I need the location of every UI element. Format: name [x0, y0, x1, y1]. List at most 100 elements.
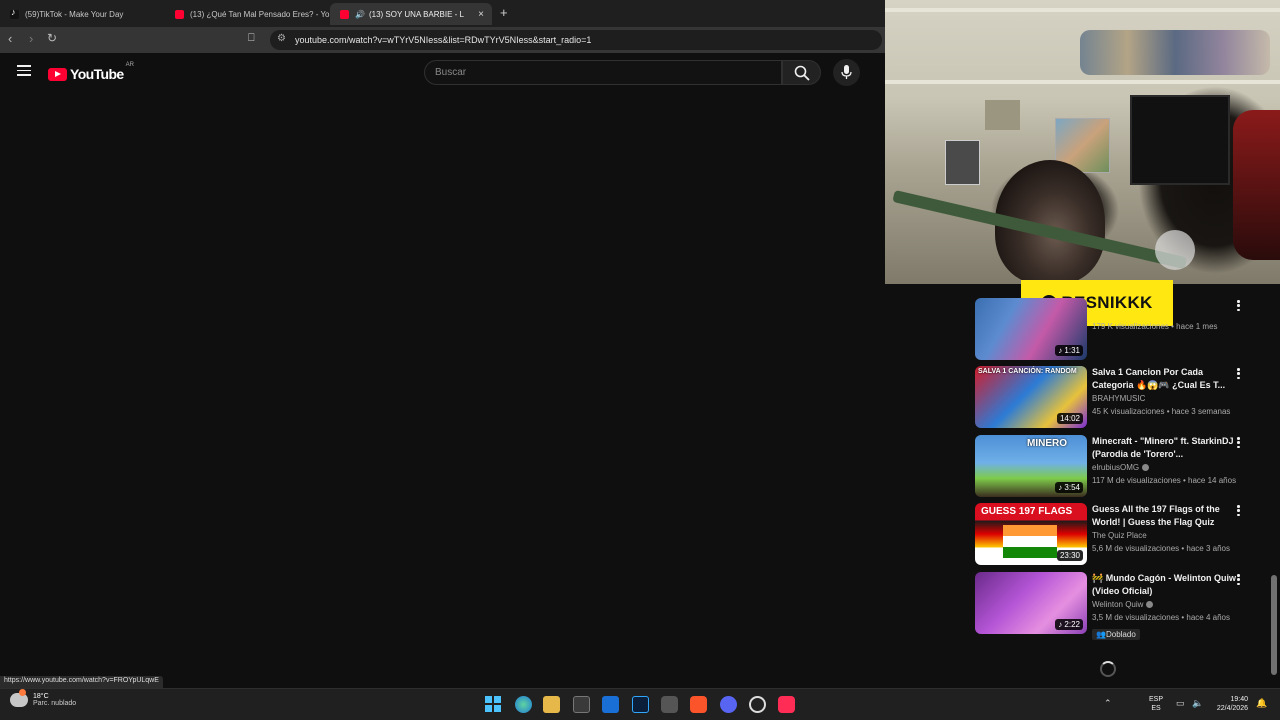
more-options-icon[interactable] — [1237, 300, 1241, 312]
search-input[interactable]: Buscar — [424, 60, 782, 85]
loading-spinner-icon — [1100, 661, 1116, 677]
menu-icon[interactable] — [17, 65, 31, 76]
obs-icon[interactable] — [749, 696, 766, 713]
video-stats: 3,5 M de visualizaciones • hace 4 años — [1092, 613, 1230, 622]
channel-name[interactable]: BRAHYMUSIC — [1092, 392, 1242, 405]
youtube-play-icon — [48, 67, 67, 81]
gaming-chair — [1233, 110, 1280, 260]
verified-icon — [1142, 464, 1150, 472]
close-tab-button[interactable]: × — [478, 9, 484, 20]
brave-icon[interactable] — [690, 696, 707, 713]
video-stats: 117 M de visualizaciones • hace 14 años — [1092, 476, 1237, 485]
clothes-on-shelf — [1080, 30, 1270, 75]
clock-date: 22/4/2026 — [1216, 705, 1248, 712]
youtube-header: YouTube AR Buscar — [0, 53, 885, 93]
video-title[interactable]: Salva 1 Cancion Por Cada Categoria 🔥😱🎮 ¿… — [1092, 366, 1242, 392]
file-explorer-icon[interactable] — [543, 696, 560, 713]
bookmark-icon[interactable]: ⎕ — [248, 32, 255, 45]
more-options-icon[interactable] — [1237, 505, 1241, 517]
tab-title: (13) ¿Qué Tan Mal Pensado Eres? - Yo — [190, 9, 330, 19]
video-meta: Minecraft - "Minero" ft. StarkinDJ (Paro… — [1092, 435, 1242, 487]
video-meta: Salva 1 Cancion Por Cada Categoria 🔥😱🎮 ¿… — [1092, 366, 1242, 418]
video-stats: 179 K visualizaciones • hace 1 mes — [1092, 322, 1218, 331]
duration-badge: 14:02 — [1056, 413, 1083, 424]
video-stats: 45 K visualizaciones • hace 3 semanas — [1092, 407, 1231, 416]
webcam-overlay — [885, 0, 1280, 284]
video-stats: 5,6 M de visualizaciones • hace 3 años — [1092, 544, 1230, 553]
channel-name[interactable]: The Quiz Place — [1092, 529, 1242, 542]
tab-title: (13) SOY UNA BARBIE - LA CU — [368, 9, 464, 19]
video-meta: 🚧 Mundo Cagón - Welinton Quiw (Video Ofi… — [1092, 572, 1242, 642]
thumbnail-text: GUESS 197 FLAGS — [981, 506, 1073, 517]
camera-app-icon[interactable] — [661, 696, 678, 713]
outlook-icon[interactable] — [602, 696, 619, 713]
tab-tiktok[interactable]: (59)TikTok - Make Your Day — [0, 3, 165, 25]
voice-search-button[interactable] — [833, 59, 860, 86]
tab-youtube-active[interactable]: 🔊 (13) SOY UNA BARBIE - LA CU × — [330, 3, 492, 25]
video-thumbnail[interactable]: SALVA 1 CANCIÓN: RANDOM 14:02 — [975, 366, 1087, 428]
keyboard-layout: ES — [1151, 705, 1161, 712]
temperature: 18°C — [33, 693, 49, 700]
youtube-logo[interactable]: YouTube AR — [48, 62, 134, 82]
search-placeholder: Buscar — [435, 67, 467, 78]
forward-icon[interactable]: › — [29, 31, 33, 46]
thumbnail-text: MINERO — [1027, 438, 1067, 449]
list-item[interactable]: ♪ 1:31 179 K visualizaciones • hace 1 me… — [975, 298, 1255, 360]
site-info-icon[interactable]: ⚙ — [277, 33, 286, 44]
monitor — [1130, 95, 1230, 185]
more-options-icon[interactable] — [1237, 368, 1241, 380]
edge-icon[interactable] — [515, 696, 532, 713]
more-options-icon[interactable] — [1237, 574, 1241, 586]
back-icon[interactable]: ‹ — [8, 31, 12, 46]
list-item[interactable]: SALVA 1 CANCIÓN: RANDOM 14:02 Salva 1 Ca… — [975, 366, 1255, 428]
video-thumbnail[interactable]: MINERO ♪ 3:54 — [975, 435, 1087, 497]
language-code: ESP — [1149, 696, 1164, 703]
poster — [985, 100, 1020, 130]
duration-badge: ♪ 1:31 — [1055, 345, 1083, 356]
list-item[interactable]: ♪ 2:22 🚧 Mundo Cagón - Welinton Quiw (Vi… — [975, 572, 1255, 640]
weather-condition: Parc. nublado — [33, 700, 77, 707]
more-options-icon[interactable] — [1237, 437, 1241, 449]
flag-india — [1003, 525, 1057, 558]
channel-name[interactable]: Welinton Quiw — [1092, 598, 1242, 611]
video-meta: Guess All the 197 Flags of the World! | … — [1092, 503, 1242, 555]
video-title[interactable]: Minecraft - "Minero" ft. StarkinDJ (Paro… — [1092, 435, 1242, 461]
list-item[interactable]: MINERO ♪ 3:54 Minecraft - "Minero" ft. S… — [975, 435, 1255, 497]
search-button[interactable] — [782, 60, 821, 85]
tab-youtube-1[interactable]: (13) ¿Qué Tan Mal Pensado Eres? - Yo — [165, 3, 330, 25]
video-title[interactable]: Guess All the 197 Flags of the World! | … — [1092, 503, 1242, 529]
system-clock[interactable]: 19:40 22/4/2026 — [1212, 695, 1248, 713]
video-thumbnail[interactable]: ♪ 1:31 — [975, 298, 1087, 360]
start-icon[interactable] — [485, 696, 502, 713]
duration-badge: ♪ 3:54 — [1055, 482, 1083, 493]
language-indicator[interactable]: ESP ES — [1149, 695, 1163, 713]
reload-icon[interactable]: ↻ — [47, 31, 57, 45]
photoshop-icon[interactable] — [632, 696, 649, 713]
video-title[interactable]: 🚧 Mundo Cagón - Welinton Quiw (Video Ofi… — [1092, 572, 1242, 598]
address-bar[interactable]: ⚙ youtube.com/watch?v=wTYrV5NIess&list=R… — [270, 30, 882, 50]
tab-title: (59)TikTok - Make Your Day — [25, 9, 124, 19]
show-hidden-icons[interactable]: ⌃ — [1104, 698, 1112, 709]
video-thumbnail[interactable]: GUESS 197 FLAGS 23:30 — [975, 503, 1087, 565]
volume-icon[interactable]: 🔈 — [1192, 698, 1203, 709]
verified-icon — [1146, 601, 1154, 609]
url-text[interactable]: youtube.com/watch?v=wTYrV5NIess&list=RDw… — [295, 35, 591, 45]
shelf — [885, 8, 1280, 12]
list-item[interactable]: GUESS 197 FLAGS 23:30 Guess All the 197 … — [975, 503, 1255, 565]
capcut-icon[interactable] — [573, 696, 590, 713]
network-icon[interactable]: ▭ — [1176, 698, 1185, 709]
scrollbar[interactable] — [1271, 575, 1277, 675]
weather-widget[interactable]: 18°C Parc. nublado — [10, 689, 77, 707]
notification-icon[interactable]: 🔔 — [1256, 698, 1267, 709]
video-thumbnail[interactable]: ♪ 2:22 — [975, 572, 1087, 634]
clock-time: 19:40 — [1230, 696, 1248, 703]
duration-badge: ♪ 2:22 — [1055, 619, 1083, 630]
status-bar-url: https://www.youtube.com/watch?v=FROYpULq… — [0, 676, 163, 688]
discord-icon[interactable] — [720, 696, 737, 713]
thumbnail-text: SALVA 1 CANCIÓN: RANDOM — [978, 368, 1077, 375]
channel-name[interactable]: elrubiusOMG — [1092, 461, 1242, 474]
new-tab-button[interactable]: + — [500, 5, 508, 20]
windows-taskbar: 18°C Parc. nublado ⌃ ESP ES ▭ 🔈 19:40 22… — [0, 688, 1280, 720]
speaker-icon[interactable]: 🔊 — [355, 10, 365, 19]
tiktok-icon[interactable] — [778, 696, 795, 713]
